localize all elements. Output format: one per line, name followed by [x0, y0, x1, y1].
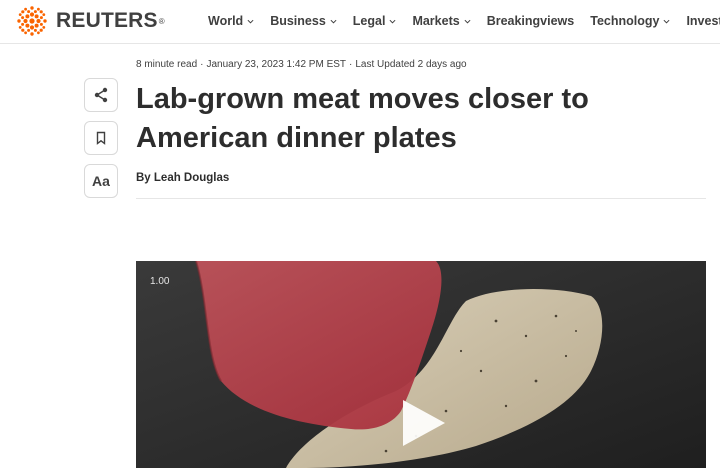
reuters-logo-icon: [17, 6, 47, 36]
meta-separator: ·: [200, 59, 204, 70]
brand-name: REUTERS: [56, 9, 158, 32]
nav-item-label: Technology: [590, 14, 660, 28]
nav-item-label: Legal: [352, 14, 386, 28]
bookmark-button[interactable]: [84, 121, 118, 155]
publish-date: January 23, 2023 1:42 PM EST: [206, 59, 347, 70]
nav-item-breakingviews[interactable]: Breakingviews: [487, 14, 575, 28]
registered-mark: ®: [158, 16, 165, 26]
reuters-logo[interactable]: REUTERS ®: [14, 3, 165, 39]
nav-item-label: World: [208, 14, 244, 28]
nav-item-business[interactable]: Business: [270, 14, 337, 28]
nav-item-label: Breakingviews: [486, 14, 575, 28]
text-size-label: Aa: [92, 173, 110, 189]
byline[interactable]: By Leah Douglas: [136, 172, 229, 184]
nav-item-technology[interactable]: Technology: [590, 14, 670, 28]
chevron-down-icon: [247, 19, 254, 24]
nav-item-world[interactable]: World: [208, 14, 254, 28]
main-nav: World Business Legal Markets Breakingvie…: [208, 14, 720, 28]
nav-item-legal[interactable]: Legal: [353, 14, 397, 28]
chevron-down-icon: [663, 19, 670, 24]
play-icon[interactable]: [399, 398, 449, 448]
nav-item-label: Business: [270, 14, 326, 28]
nav-item-investigations[interactable]: Investigati: [686, 14, 720, 28]
header-divider: [0, 43, 720, 44]
chevron-down-icon: [389, 19, 396, 24]
last-updated: Last Updated 2 days ago: [355, 59, 467, 70]
share-icon: [94, 87, 108, 103]
nav-item-markets[interactable]: Markets: [412, 14, 471, 28]
article-title: Lab-grown meat moves closer to American …: [136, 83, 589, 154]
site-header: REUTERS ® World Business Legal Markets Br…: [0, 0, 720, 44]
playback-speed[interactable]: 1.00: [150, 276, 169, 287]
byline-divider: [136, 198, 706, 199]
share-button[interactable]: [84, 78, 118, 112]
text-size-button[interactable]: Aa: [84, 164, 118, 198]
chevron-down-icon: [330, 19, 337, 24]
meta-separator: ·: [349, 59, 353, 70]
nav-item-label: Investigati: [686, 14, 720, 28]
article-meta: 8 minute read · January 23, 2023 1:42 PM E…: [136, 59, 467, 70]
video-player[interactable]: 1.00: [136, 261, 706, 468]
chevron-down-icon: [464, 19, 471, 24]
nav-item-label: Markets: [412, 14, 460, 28]
bookmark-icon: [96, 131, 106, 145]
read-time: 8 minute read: [136, 59, 198, 70]
